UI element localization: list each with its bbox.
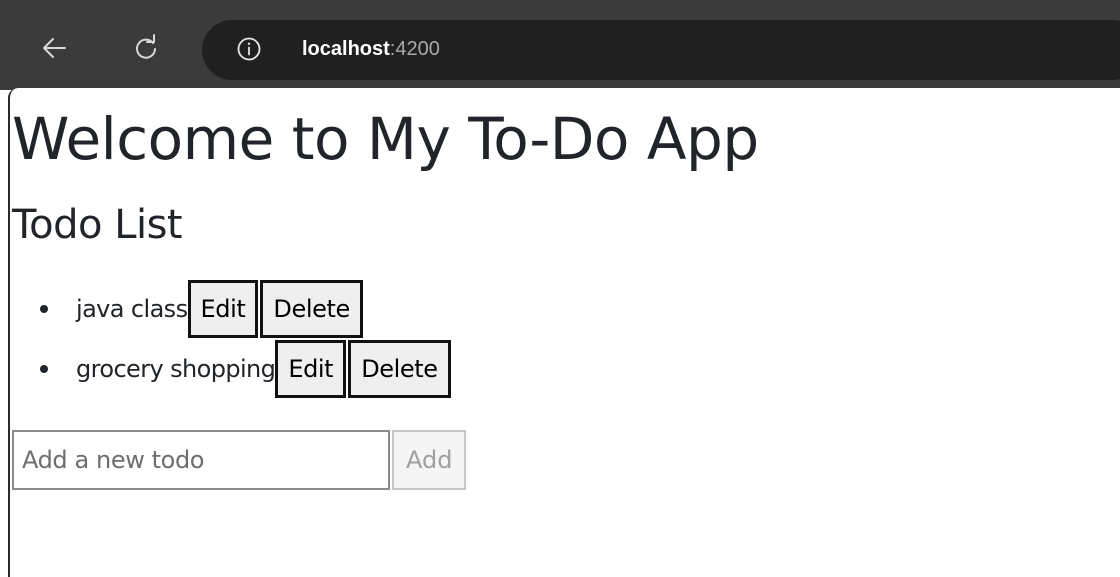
edit-button[interactable]: Edit — [187, 280, 259, 338]
back-arrow-icon[interactable] — [34, 28, 74, 68]
todo-item: java class Edit Delete — [40, 278, 363, 340]
add-button[interactable]: Add — [392, 430, 467, 490]
url-host: localhost — [302, 38, 390, 60]
edit-button[interactable]: Edit — [275, 340, 347, 398]
browser-toolbar: localhost:4200 — [0, 0, 1120, 90]
todo-text: grocery shopping — [76, 355, 276, 383]
list-bullet — [40, 365, 48, 373]
todo-list-heading: Todo List — [12, 202, 183, 248]
page-title: Welcome to My To-Do App — [12, 105, 759, 173]
url-port: :4200 — [389, 38, 440, 60]
todo-app: Welcome to My To-Do App Todo List java c… — [10, 88, 1120, 577]
new-todo-input[interactable] — [12, 430, 390, 490]
reload-icon[interactable] — [126, 28, 166, 68]
todo-text: java class — [76, 295, 188, 323]
list-bullet — [40, 305, 48, 313]
url-text[interactable]: localhost:4200 — [302, 34, 440, 64]
delete-button[interactable]: Delete — [348, 340, 451, 398]
add-todo-form: Add — [12, 430, 467, 490]
delete-button[interactable]: Delete — [260, 280, 363, 338]
todo-item: grocery shopping Edit Delete — [40, 338, 451, 400]
site-info-icon[interactable] — [234, 34, 264, 64]
page-viewport: Welcome to My To-Do App Todo List java c… — [8, 88, 1120, 577]
